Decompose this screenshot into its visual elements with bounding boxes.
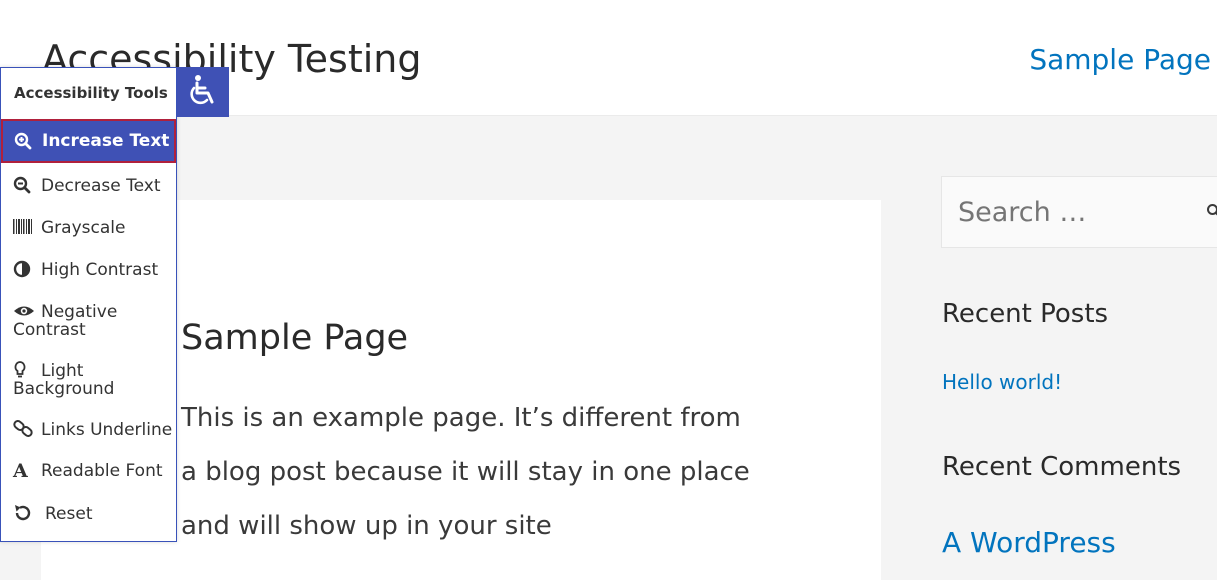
barcode-icon xyxy=(13,218,35,236)
links-underline-button[interactable]: Links Underline xyxy=(1,420,176,439)
high-contrast-label: High Contrast xyxy=(41,260,159,280)
reset-button[interactable]: Reset xyxy=(1,504,176,523)
links-underline-label: Links Underline xyxy=(41,420,173,440)
increase-text-button[interactable]: Increase Text xyxy=(1,119,176,163)
light-background-button[interactable]: Light Background xyxy=(1,361,176,398)
readable-font-label: Readable Font xyxy=(41,461,163,481)
font-icon: A xyxy=(13,460,28,482)
page-body-text: This is an example page. It’s different … xyxy=(181,403,750,541)
reset-label: Reset xyxy=(45,504,93,524)
high-contrast-button[interactable]: High Contrast xyxy=(1,260,176,279)
zoom-in-icon xyxy=(14,132,36,150)
grayscale-button[interactable]: Grayscale xyxy=(1,218,176,237)
reset-icon xyxy=(13,504,35,522)
nav-link-sample-page[interactable]: Sample Page xyxy=(1029,38,1211,82)
recent-posts-title: Recent Posts xyxy=(942,299,1109,329)
wheelchair-icon xyxy=(186,73,220,111)
decrease-text-button[interactable]: Decrease Text xyxy=(1,176,176,195)
link-icon xyxy=(13,420,35,438)
accessibility-toggle-button[interactable] xyxy=(177,67,229,117)
accessibility-toolbar: Accessibility Tools Increase Text Decrea… xyxy=(0,67,177,542)
decrease-text-label: Decrease Text xyxy=(41,176,161,196)
increase-text-label: Increase Text xyxy=(42,131,170,151)
search-form xyxy=(941,176,1217,248)
eye-icon xyxy=(13,302,35,320)
recent-comments-title: Recent Comments xyxy=(942,452,1182,482)
page-title: Sample Page xyxy=(181,318,409,358)
lightbulb-icon xyxy=(13,361,35,379)
accessibility-toolbar-heading: Accessibility Tools xyxy=(14,84,168,102)
search-icon[interactable] xyxy=(1206,203,1217,223)
zoom-out-icon xyxy=(13,176,35,194)
search-input[interactable] xyxy=(942,177,1182,247)
grayscale-label: Grayscale xyxy=(41,218,126,238)
recent-post-link[interactable]: Hello world! xyxy=(942,370,1062,394)
readable-font-button[interactable]: A Readable Font xyxy=(1,460,176,482)
contrast-icon xyxy=(13,260,35,278)
recent-comment-link[interactable]: A WordPress xyxy=(942,526,1116,559)
negative-contrast-button[interactable]: Negative Contrast xyxy=(1,302,176,339)
